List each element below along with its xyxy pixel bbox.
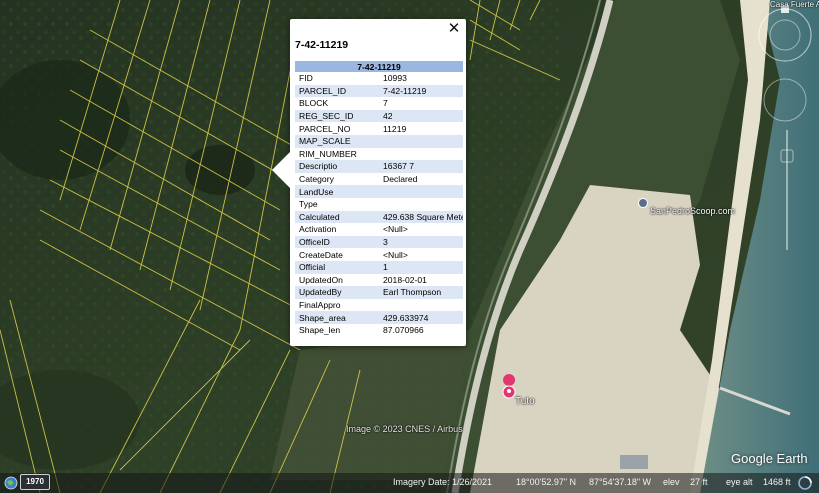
attr-value: 2018-02-01 [383, 274, 427, 285]
attr-key: Official [295, 260, 379, 274]
historical-imagery-year[interactable]: 1970 [20, 474, 50, 490]
attr-key: RIM_NUMBER [299, 148, 357, 159]
attr-key: Shape_len [299, 325, 341, 336]
google-earth-logo: Google Earth [731, 451, 808, 466]
attr-value: 1 [379, 260, 463, 274]
close-icon[interactable]: ✕ [446, 20, 462, 36]
sanpedroscoop-label[interactable]: SanPedroScoop.com [650, 206, 735, 216]
attr-key: UpdatedOn [299, 274, 343, 285]
attr-key: Calculated [295, 210, 379, 224]
attr-key: Shape_area [295, 311, 379, 324]
attr-key: MAP_SCALE [295, 134, 379, 148]
attr-value: 429.633974 [379, 311, 463, 324]
attr-value: 10993 [383, 73, 407, 84]
eye-alt-value: 1468 ft [763, 477, 791, 487]
attr-value: 429.638 Square Meter(s) [379, 210, 463, 224]
attr-value: 42 [379, 109, 463, 123]
attr-value [379, 134, 463, 148]
attr-value: <Null> [383, 249, 408, 260]
attr-value: 16367 7 [379, 160, 463, 173]
attr-key: Activation [299, 224, 337, 235]
streaming-progress-icon [798, 476, 812, 490]
attr-key: PARCEL_NO [299, 123, 351, 134]
attr-key: Descriptio [295, 160, 379, 173]
eye-alt-label: eye alt [726, 477, 753, 487]
attr-key: LandUse [295, 185, 379, 198]
attr-value [379, 198, 463, 211]
attr-value: Earl Thompson [379, 286, 463, 299]
attr-value: <Null> [383, 224, 408, 235]
attr-key: FinalAppro [299, 299, 341, 310]
attr-key: OfficeID [295, 235, 379, 249]
attr-key: CreateDate [299, 249, 343, 260]
attr-key: BLOCK [299, 98, 329, 109]
attribute-table-header: 7-42-11219 [295, 61, 463, 72]
attr-value: Declared [383, 174, 418, 185]
imagery-date: Imagery Date: 1/26/2021 [393, 477, 493, 487]
attr-value [379, 299, 463, 312]
attr-key: PARCEL_ID [295, 84, 379, 98]
attr-value: 87.070966 [383, 325, 424, 336]
attr-value: 7-42-11219 [379, 84, 463, 98]
globe-icon[interactable] [4, 476, 18, 490]
longitude-readout: 87°54'37.18" W [589, 477, 652, 487]
imagery-credit: Image © 2023 CNES / Airbus [346, 424, 463, 434]
balloon-pointer [272, 152, 290, 188]
attr-key: REG_SEC_ID [295, 109, 379, 123]
attr-value: 11219 [383, 123, 407, 134]
attr-value: 3 [379, 235, 463, 249]
top-right-place-label: Casa Fuerte A [770, 0, 819, 9]
latitude-readout: 18°00'52.97" N [516, 477, 577, 487]
attr-value [379, 185, 463, 198]
attr-key: Category [299, 174, 334, 185]
tuto-label[interactable]: Tuto [515, 396, 535, 407]
attr-value [379, 148, 463, 161]
attribute-table: 7-42-11219 FID 10993 PARCEL_ID 7-42-11219 … [295, 61, 463, 336]
parcel-info-balloon: ✕ 7-42-11219 7-42-11219 FID 10993 PARCEL_… [272, 19, 466, 346]
attr-value: 7 [383, 98, 388, 109]
attr-key: Type [299, 199, 318, 210]
attr-key: FID [299, 73, 313, 84]
sanpedroscoop-pin-icon[interactable] [638, 198, 648, 208]
elevation-value: 27 ft [690, 477, 708, 487]
attr-key: UpdatedBy [295, 286, 379, 299]
elevation-label: elev [663, 477, 680, 487]
balloon-title: 7-42-11219 [295, 39, 349, 51]
